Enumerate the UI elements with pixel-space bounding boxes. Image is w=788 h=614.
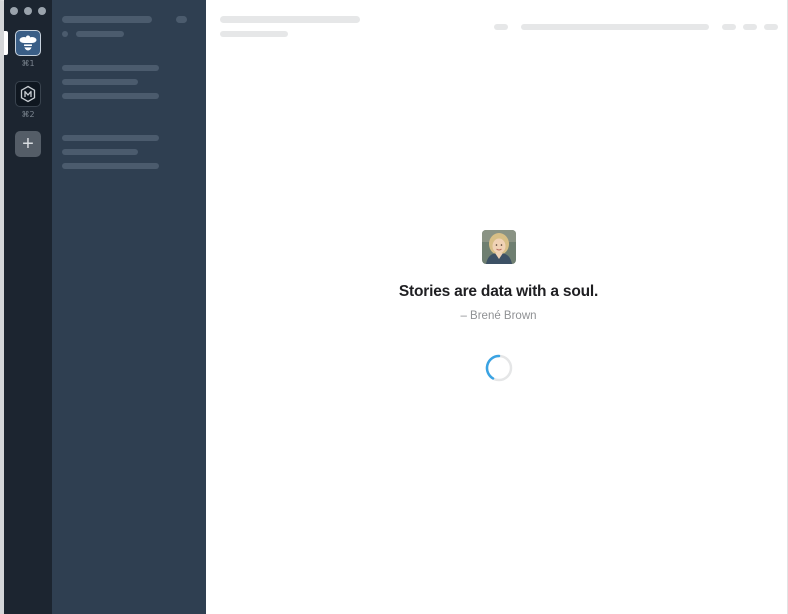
loading-screen: Stories are data with a soul. – Brené Br… (206, 230, 788, 383)
bee-icon (19, 35, 37, 51)
author-portrait (481, 230, 516, 264)
channel-title-placeholder (220, 16, 360, 23)
workspace-2-shortcut: ⌘2 (21, 110, 35, 119)
close-window-button[interactable] (10, 7, 18, 15)
channel-placeholder (62, 163, 159, 169)
zoom-window-button[interactable] (38, 7, 46, 15)
channel-placeholder (62, 135, 159, 141)
team-menu-placeholder (176, 16, 187, 23)
presence-dot-placeholder (62, 31, 68, 37)
search-bar-placeholder (521, 24, 709, 30)
minimize-window-button[interactable] (24, 7, 32, 15)
workspace-switcher: ⌘1 ⌘2 + (4, 0, 52, 614)
active-workspace-indicator (4, 31, 8, 55)
header-button-placeholder (764, 24, 778, 30)
quote-author: – Brené Brown (460, 310, 537, 322)
channel-placeholder (62, 149, 138, 155)
add-workspace-button[interactable]: + (15, 131, 41, 157)
username-placeholder (76, 31, 124, 37)
channel-topic-placeholder (220, 31, 288, 37)
loading-quote: Stories are data with a soul. (398, 283, 599, 300)
main-content: Stories are data with a soul. – Brené Br… (206, 0, 787, 614)
m-hexagon-icon (20, 85, 36, 103)
workspace-1-button[interactable] (15, 30, 41, 56)
workspace-1-shortcut: ⌘1 (21, 59, 35, 68)
channel-placeholder (62, 79, 138, 85)
header-button-placeholder (743, 24, 757, 30)
header-button-placeholder (494, 24, 508, 30)
channel-sidebar (52, 0, 206, 614)
channel-placeholder (62, 93, 159, 99)
header-button-placeholder (722, 24, 736, 30)
team-name-placeholder (62, 16, 152, 23)
channel-placeholder (62, 65, 159, 71)
loading-spinner-icon (485, 354, 512, 382)
window-controls (10, 7, 46, 15)
workspace-2-button[interactable] (15, 81, 41, 107)
